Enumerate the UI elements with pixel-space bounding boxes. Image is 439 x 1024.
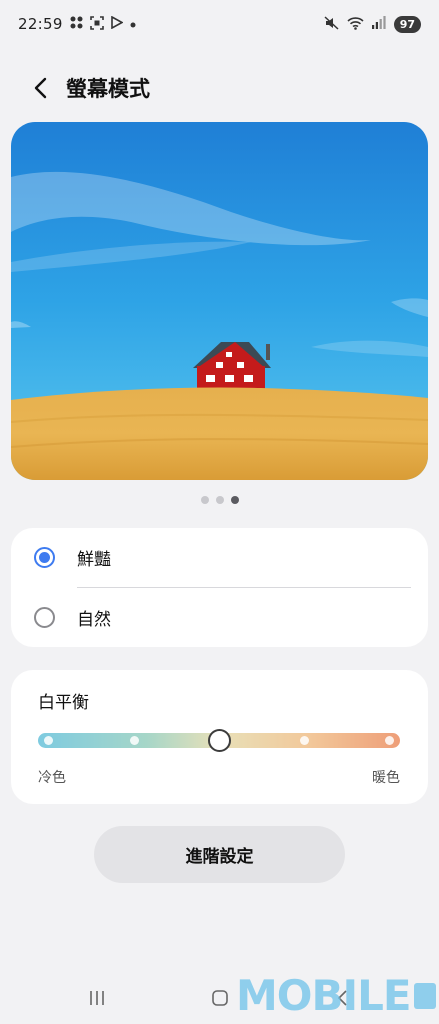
mute-icon	[324, 15, 339, 33]
mobile-watermark-logo: MOBILE	[236, 972, 436, 1020]
wifi-icon	[347, 16, 364, 33]
cool-label: 冷色	[38, 770, 66, 786]
house-landscape-illustration	[11, 122, 428, 480]
page-title: 螢幕模式	[66, 77, 150, 101]
speech-bubble-icon	[413, 983, 436, 1009]
white-balance-thumb[interactable]	[207, 729, 231, 752]
image-pager	[0, 496, 439, 504]
app-grid-icon	[70, 16, 83, 32]
slider-tick	[129, 736, 139, 745]
status-time: 22:59	[18, 15, 63, 33]
header: 螢幕模式	[0, 68, 439, 108]
pager-dot[interactable]	[215, 496, 224, 504]
screenshot-icon	[89, 15, 104, 33]
battery-indicator: 97	[393, 15, 421, 33]
status-left: 22:59	[18, 15, 136, 33]
option-natural[interactable]: 自然	[11, 588, 428, 647]
signal-icon	[371, 16, 386, 32]
status-right: 97	[324, 15, 421, 33]
play-store-icon	[110, 15, 124, 32]
slider-tick	[43, 736, 53, 745]
preview-image[interactable]	[11, 122, 428, 480]
option-natural-label: 自然	[77, 610, 111, 630]
radio-vivid[interactable]	[34, 547, 55, 568]
radio-natural[interactable]	[34, 607, 55, 628]
slider-tick	[299, 736, 309, 745]
warm-label: 暖色	[372, 770, 400, 786]
pager-dot[interactable]	[200, 496, 209, 504]
home-icon[interactable]	[211, 989, 229, 1011]
status-bar: 22:59 97	[0, 0, 439, 48]
option-vivid-label: 鮮豔	[77, 550, 111, 570]
option-vivid[interactable]: 鮮豔	[11, 528, 428, 587]
screen-mode-card: 鮮豔 自然	[11, 528, 428, 647]
slider-tick	[384, 736, 394, 745]
pager-dot-active[interactable]	[230, 496, 239, 504]
notification-dot-icon	[130, 17, 136, 31]
advanced-settings-button[interactable]: 進階設定	[94, 826, 345, 883]
recents-icon[interactable]	[88, 989, 106, 1011]
white-balance-title: 白平衡	[38, 693, 89, 713]
watermark-text: MOBILE	[236, 971, 412, 1020]
back-arrow-icon[interactable]	[28, 74, 52, 102]
